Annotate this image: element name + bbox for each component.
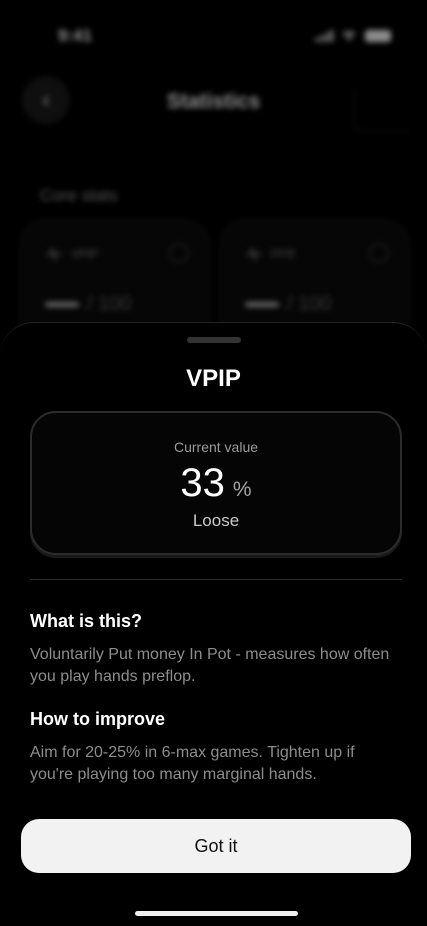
- card-header: VPIP: [45, 247, 98, 261]
- current-value-card: Current value 33 % Loose: [30, 411, 402, 555]
- status-time: 9:41: [58, 26, 93, 45]
- section-heading-improve: How to improve: [30, 709, 166, 729]
- nav-bar: ‹ Statistics: [0, 74, 427, 134]
- status-bar: 9:41: [0, 22, 427, 52]
- current-value-unit: %: [232, 478, 252, 501]
- current-value-row: 33 %: [32, 461, 400, 506]
- card-label: VPIP: [71, 247, 99, 261]
- phone-screen: 9:41 ‹ Statistics Core stats VPIP / 100 …: [0, 0, 427, 926]
- section-body-improve: Aim for 20-25% in 6-max games. Tighten u…: [30, 744, 355, 783]
- bottom-sheet: VPIP Current value 33 % Loose What is th…: [0, 322, 427, 926]
- card-label: PFR: [271, 247, 295, 261]
- info-icon[interactable]: [369, 243, 389, 263]
- battery-icon: [365, 29, 391, 42]
- section-heading-what: What is this?: [30, 611, 142, 631]
- card-value: / 100: [245, 293, 331, 316]
- card-value: / 100: [45, 293, 131, 316]
- cellular-icon: [315, 29, 333, 42]
- nav-right-control: [353, 88, 409, 132]
- divider: [30, 579, 402, 580]
- placeholder-dash: [45, 302, 79, 307]
- current-value-number: 33: [180, 461, 225, 505]
- wifi-icon: [342, 31, 356, 41]
- card-value-suffix: / 100: [87, 293, 132, 315]
- current-value-label: Loose: [192, 511, 240, 530]
- sheet-grabber[interactable]: [187, 337, 241, 343]
- activity-icon: [46, 247, 62, 261]
- info-icon[interactable]: [169, 243, 189, 263]
- home-indicator[interactable]: [135, 911, 298, 916]
- placeholder-dash: [245, 302, 279, 307]
- card-value-suffix: / 100: [287, 293, 332, 315]
- got-it-button[interactable]: Got it: [21, 819, 411, 873]
- section-body-what: Voluntarily Put money In Pot - measures …: [30, 646, 390, 685]
- section-label: Core stats: [40, 186, 118, 205]
- card-header: PFR: [245, 247, 295, 261]
- activity-icon: [246, 247, 262, 261]
- current-value-caption: Current value: [173, 439, 259, 455]
- sheet-title: VPIP: [186, 365, 241, 392]
- status-icons: [315, 29, 391, 42]
